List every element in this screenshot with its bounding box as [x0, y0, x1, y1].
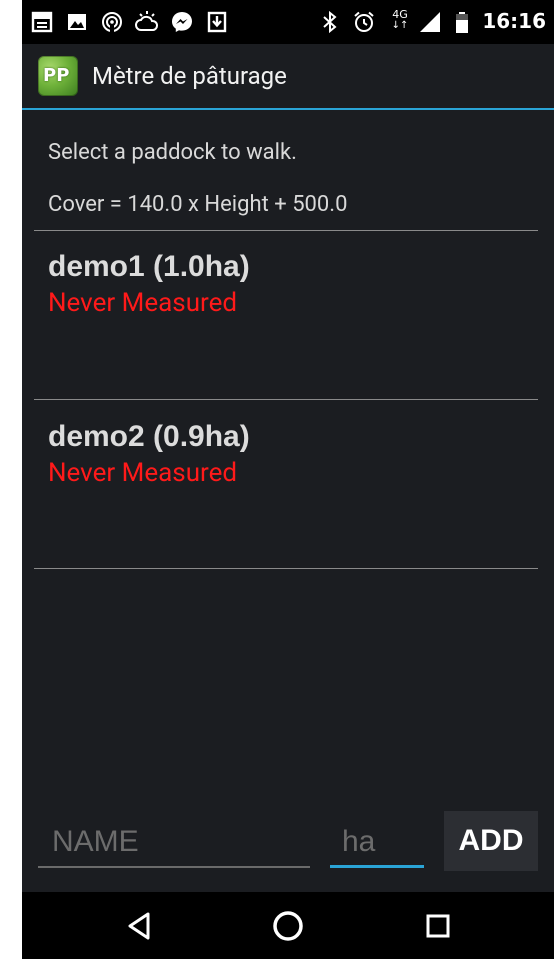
cover-formula: Cover = 140.0 x Height + 500.0 — [48, 192, 348, 217]
image-icon — [68, 14, 86, 30]
home-icon[interactable] — [268, 906, 308, 946]
divider — [34, 399, 538, 400]
paddock-name-input[interactable] — [38, 818, 310, 868]
status-time: 16:16 — [482, 9, 546, 33]
paddock-name: demo1 (1.0ha) — [48, 250, 250, 283]
app-screen: 4G ↓↑ 16:16 PP Mètre de pâturage Select … — [22, 0, 554, 959]
signal-icon — [420, 12, 440, 32]
news-icon — [31, 11, 53, 33]
app-logo-text: PP — [43, 65, 70, 86]
add-button[interactable]: ADD — [444, 811, 538, 871]
alarm-icon — [354, 11, 374, 32]
app-title: Mètre de pâturage — [92, 62, 287, 90]
weather-icon — [135, 11, 159, 31]
recents-icon[interactable] — [418, 906, 458, 946]
paddock-name: demo2 (0.9ha) — [48, 420, 250, 453]
paddock-status: Never Measured — [48, 288, 238, 318]
hectares-input[interactable] — [330, 818, 424, 868]
bluetooth-icon — [323, 10, 337, 34]
hotspot-icon — [102, 12, 122, 32]
app-logo: PP — [38, 56, 78, 96]
battery-icon — [456, 12, 468, 33]
navigation-bar — [22, 892, 554, 959]
network-4g-icon: 4G ↓↑ — [388, 9, 412, 35]
divider — [34, 230, 538, 231]
divider — [34, 568, 538, 569]
messenger-icon — [172, 12, 192, 32]
paddock-status: Never Measured — [48, 458, 238, 488]
paddock-item-demo2[interactable]: demo2 (0.9ha) Never Measured — [48, 420, 528, 566]
action-bar: PP Mètre de pâturage — [22, 44, 554, 110]
paddock-item-demo1[interactable]: demo1 (1.0ha) Never Measured — [48, 250, 528, 398]
download-icon — [207, 11, 227, 33]
back-icon[interactable] — [120, 906, 160, 946]
status-bar: 4G ↓↑ 16:16 — [22, 0, 554, 44]
instruction-text: Select a paddock to walk. — [48, 140, 297, 165]
